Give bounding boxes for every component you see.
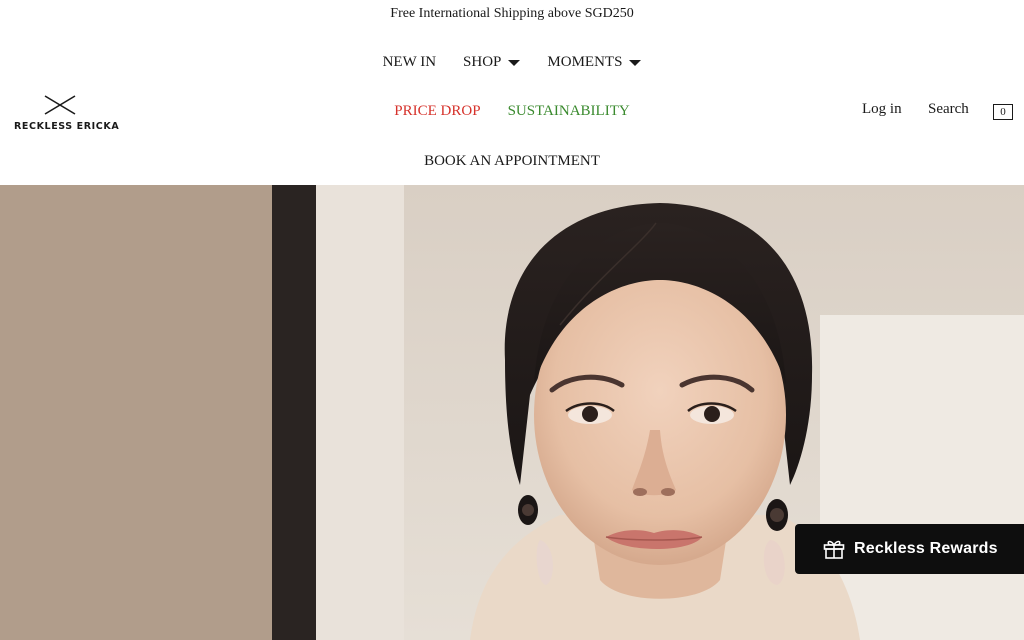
nav-price-drop[interactable]: PRICE DROP (394, 103, 480, 120)
nav-shop[interactable]: SHOP (463, 53, 521, 71)
nav-book-appointment[interactable]: BOOK AN APPOINTMENT (424, 153, 600, 170)
nav-sustainability[interactable]: SUSTAINABILITY (508, 103, 630, 120)
nav-price-drop-label: PRICE DROP (394, 102, 481, 119)
nav-moments[interactable]: MOMENTS (547, 53, 642, 71)
rewards-button[interactable]: Reckless Rewards (795, 524, 1024, 574)
announcement-text: Free International Shipping above SGD250 (390, 6, 634, 21)
nav-shop-label: SHOP (463, 53, 502, 70)
main-nav-row-3: BOOK AN APPOINTMENT (0, 151, 1024, 171)
nav-book-appointment-label: BOOK AN APPOINTMENT (424, 152, 600, 169)
site-header: RECKLESS ERICKA NEW IN SHOP MOMENTS PRIC… (0, 28, 1024, 185)
login-link[interactable]: Log in (862, 101, 902, 121)
caret-down-icon (508, 59, 521, 66)
caret-down-icon (629, 59, 642, 66)
nav-sustainability-label: SUSTAINABILITY (507, 102, 630, 119)
main-nav-row-1: NEW IN SHOP MOMENTS (0, 52, 1024, 72)
nav-new-in-label: NEW IN (382, 53, 437, 70)
brand-name: RECKLESS ERICKA (14, 121, 120, 132)
nav-new-in[interactable]: NEW IN (383, 54, 436, 71)
gift-icon (823, 540, 845, 559)
rewards-label: Reckless Rewards (854, 540, 998, 557)
nav-moments-label: MOMENTS (547, 53, 623, 70)
search-link[interactable]: Search (928, 101, 969, 121)
cart-button[interactable]: 0 (993, 104, 1013, 120)
announcement-bar: Free International Shipping above SGD250 (0, 0, 1024, 28)
cart-count: 0 (1000, 106, 1006, 118)
